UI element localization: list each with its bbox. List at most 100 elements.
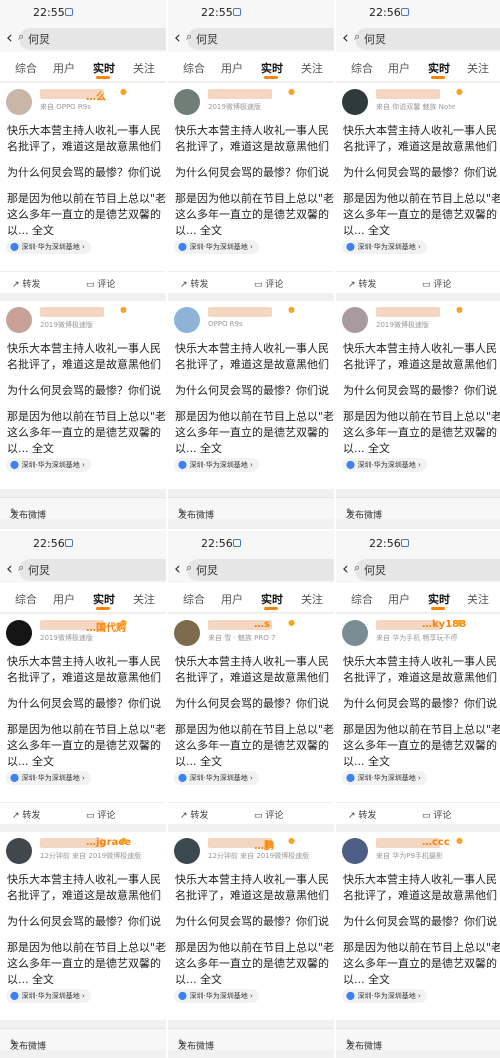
post-card[interactable]: …ccc ● 来自 华为P9手机摄影 快乐大本营主持人收礼一事人民 名批评了，难道这是故… [336, 832, 500, 1020]
username[interactable]: …鹏 [254, 837, 274, 852]
tab-follow[interactable]: 关注 [301, 60, 323, 76]
post-card[interactable]: ● 来自 你说双馨 魅族 Note 快乐大本营主持人收礼一事人民 名批评了，难道这是故… [336, 83, 500, 271]
post-card[interactable]: …ky188 ● 来自 华为手机 畅享玩不停 快乐大本营主持人收礼一事人民 名批评了，难… [336, 614, 500, 802]
location-tag[interactable]: ⬤ 深圳·华为深圳基地 › [174, 771, 259, 785]
post-card[interactable]: …国代购 ● 2019微博极速版 快乐大本营主持人收礼一事人民 名批评了，难道这是故意黑… [0, 614, 166, 802]
location-tag[interactable]: ⬤ 深圳·华为深圳基地 › [342, 458, 427, 472]
tab-all[interactable]: 综合 [15, 60, 37, 76]
avatar[interactable] [6, 620, 32, 646]
avatar[interactable] [174, 89, 200, 115]
tab-follow[interactable]: 关注 [467, 60, 489, 76]
search-input[interactable]: ⌕ 何炅 [354, 559, 500, 581]
compose-bar[interactable]: ✎ 发布微博 [168, 497, 334, 521]
tab-follow[interactable]: 关注 [467, 591, 489, 607]
tab-users[interactable]: 用户 [388, 591, 410, 607]
location-tag[interactable]: ⬤ 深圳·华为深圳基地 › [6, 458, 91, 472]
tab-all[interactable]: 综合 [15, 591, 37, 607]
back-arrow-icon[interactable]: ‹ [6, 559, 13, 579]
tab-realtime[interactable]: 实时 [93, 591, 115, 607]
post-text-line: 名批评了，难道这是故意黑他们 [7, 140, 161, 153]
repost-button[interactable]: ↗ 转发 [12, 277, 40, 290]
location-label: 深圳·华为深圳基地 [21, 243, 80, 251]
search-input[interactable]: ⌕ 何炅 [18, 559, 166, 581]
tab-realtime[interactable]: 实时 [428, 591, 450, 607]
post-card[interactable]: …jgrace ● 12分钟前 来自 2019微博极速版 快乐大本营主持人收礼一事人民… [0, 832, 166, 1020]
back-arrow-icon[interactable]: ‹ [174, 559, 181, 579]
compose-bar[interactable]: ✎ 发布微博 [0, 1028, 166, 1052]
comment-button[interactable]: ▭ 评论 [86, 277, 115, 290]
repost-button[interactable]: ↗ 转发 [180, 808, 208, 821]
back-arrow-icon[interactable]: ‹ [342, 28, 349, 48]
avatar[interactable] [342, 838, 368, 864]
avatar[interactable] [174, 838, 200, 864]
tab-follow[interactable]: 关注 [301, 591, 323, 607]
tab-users[interactable]: 用户 [221, 591, 243, 607]
location-tag[interactable]: ⬤ 深圳·华为深圳基地 › [342, 989, 427, 1003]
back-arrow-icon[interactable]: ‹ [174, 28, 181, 48]
tab-realtime[interactable]: 实时 [261, 591, 283, 607]
tab-all[interactable]: 综合 [183, 591, 205, 607]
username[interactable]: …么 [86, 88, 106, 103]
post-card[interactable]: ● 2019微博极速版 快乐大本营主持人收礼一事人民 名批评了，难道这是故意黑他们 为什… [0, 301, 166, 489]
active-tab-indicator [431, 76, 445, 79]
repost-button[interactable]: ↗ 转发 [180, 277, 208, 290]
tab-realtime[interactable]: 实时 [93, 60, 115, 76]
comment-button[interactable]: ▭ 评论 [254, 808, 283, 821]
post-card[interactable]: …鹏 ● 12分钟前 来自 2019微博极速版 快乐大本营主持人收礼一事人民 名批评了，… [168, 832, 334, 1020]
tab-realtime[interactable]: 实时 [261, 60, 283, 76]
search-input[interactable]: ⌕ 何炅 [18, 28, 166, 50]
tab-all[interactable]: 综合 [183, 60, 205, 76]
avatar[interactable] [6, 307, 32, 333]
tab-realtime[interactable]: 实时 [428, 60, 450, 76]
search-input[interactable]: ⌕ 何炅 [186, 28, 334, 50]
location-tag[interactable]: ⬤ 深圳·华为深圳基地 › [174, 458, 259, 472]
avatar[interactable] [174, 620, 200, 646]
compose-bar[interactable]: ✎ 发布微博 [0, 497, 166, 521]
tab-users[interactable]: 用户 [388, 60, 410, 76]
location-tag[interactable]: ⬤ 深圳·华为深圳基地 › [174, 989, 259, 1003]
post-card[interactable]: ● 2019微博极速版 快乐大本营主持人收礼一事人民 名批评了，难道这是故意黑他们 为什… [336, 301, 500, 489]
compose-bar[interactable]: ✎ 发布微博 [168, 1028, 334, 1052]
location-tag[interactable]: ⬤ 深圳·华为深圳基地 › [6, 771, 91, 785]
comment-button[interactable]: ▭ 评论 [86, 808, 115, 821]
post-card[interactable]: ● 2019微博极速版 快乐大本营主持人收礼一事人民 名批评了，难道这是故意黑他们 为什… [168, 83, 334, 271]
avatar[interactable] [6, 89, 32, 115]
avatar[interactable] [174, 307, 200, 333]
location-tag[interactable]: ⬤ 深圳·华为深圳基地 › [174, 240, 259, 254]
avatar[interactable] [342, 620, 368, 646]
repost-button[interactable]: ↗ 转发 [12, 808, 40, 821]
avatar[interactable] [6, 838, 32, 864]
comment-button[interactable]: ▭ 评论 [254, 277, 283, 290]
comment-button[interactable]: ▭ 评论 [422, 277, 451, 290]
avatar[interactable] [342, 307, 368, 333]
back-arrow-icon[interactable]: ‹ [342, 559, 349, 579]
tab-users[interactable]: 用户 [221, 60, 243, 76]
back-arrow-icon[interactable]: ‹ [6, 28, 13, 48]
repost-button[interactable]: ↗ 转发 [348, 808, 376, 821]
avatar[interactable] [342, 89, 368, 115]
post-card[interactable]: ● OPPO R9s 快乐大本营主持人收礼一事人民 名批评了，难道这是故意黑他们 为什么… [168, 301, 334, 489]
post-text-line: 这么多年一直立的是德艺双馨的 [343, 426, 497, 439]
location-tag[interactable]: ⬤ 深圳·华为深圳基地 › [342, 771, 427, 785]
location-tag[interactable]: ⬤ 深圳·华为深圳基地 › [342, 240, 427, 254]
vip-badge-icon: ● [120, 305, 127, 314]
post-card[interactable]: …么 ● 来自 OPPO R9s 快乐大本营主持人收礼一事人民 名批评了，难道这是故意黑… [0, 83, 166, 271]
username[interactable]: …s [254, 619, 270, 630]
tab-all[interactable]: 综合 [351, 591, 373, 607]
tab-all[interactable]: 综合 [351, 60, 373, 76]
tab-follow[interactable]: 关注 [133, 60, 155, 76]
search-input[interactable]: ⌕ 何炅 [354, 28, 500, 50]
tab-follow[interactable]: 关注 [133, 591, 155, 607]
compose-bar[interactable]: ✎ 发布微博 [336, 497, 500, 521]
search-input[interactable]: ⌕ 何炅 [186, 559, 334, 581]
tab-users[interactable]: 用户 [53, 591, 75, 607]
location-tag[interactable]: ⬤ 深圳·华为深圳基地 › [6, 240, 91, 254]
username[interactable]: …ccc [422, 837, 450, 848]
location-tag[interactable]: ⬤ 深圳·华为深圳基地 › [6, 989, 91, 1003]
repost-button[interactable]: ↗ 转发 [348, 277, 376, 290]
post-card[interactable]: …s ● 来自 雪 · 魅族 PRO 7 快乐大本营主持人收礼一事人民 名批评了，难道这… [168, 614, 334, 802]
tab-users[interactable]: 用户 [53, 60, 75, 76]
compose-bar[interactable]: ✎ 发布微博 [336, 1028, 500, 1052]
comment-button[interactable]: ▭ 评论 [422, 808, 451, 821]
location-label: 深圳·华为深圳基地 [357, 774, 416, 782]
